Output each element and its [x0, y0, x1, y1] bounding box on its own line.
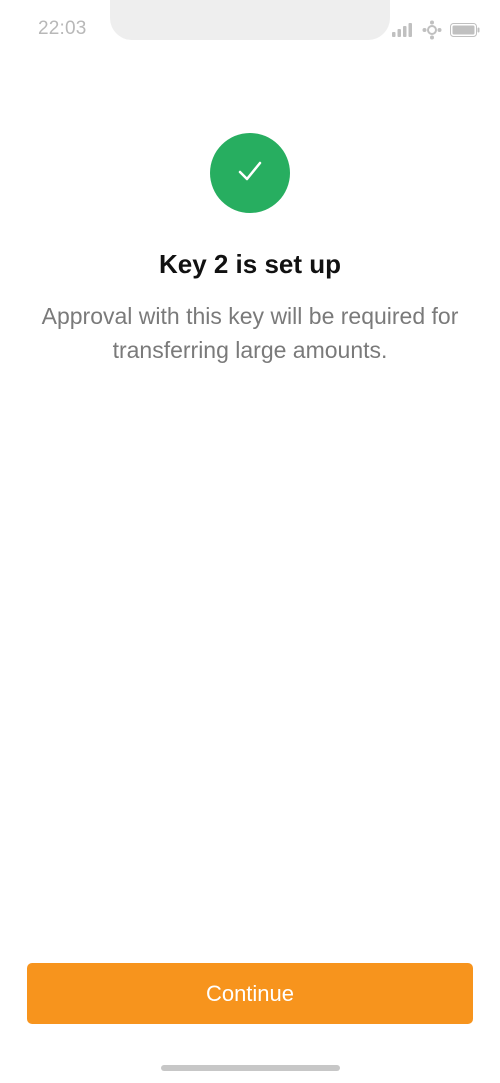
- page-title: Key 2 is set up: [158, 249, 342, 279]
- status-bar: 22:03: [0, 0, 500, 60]
- wifi-icon: [422, 20, 442, 40]
- success-badge: [210, 133, 290, 213]
- checkmark-icon: [236, 157, 264, 190]
- status-time: 22:03: [38, 18, 87, 39]
- home-indicator[interactable]: [161, 1065, 340, 1071]
- continue-button[interactable]: Continue: [27, 963, 473, 1024]
- device-notch: [110, 0, 390, 40]
- status-icons: [392, 20, 480, 40]
- battery-icon: [450, 23, 480, 37]
- page-description: Approval with this key will be required …: [41, 303, 459, 363]
- screen: 22:03 Key 2 is set up Approval with this…: [0, 0, 500, 1083]
- signal-icon: [392, 23, 414, 37]
